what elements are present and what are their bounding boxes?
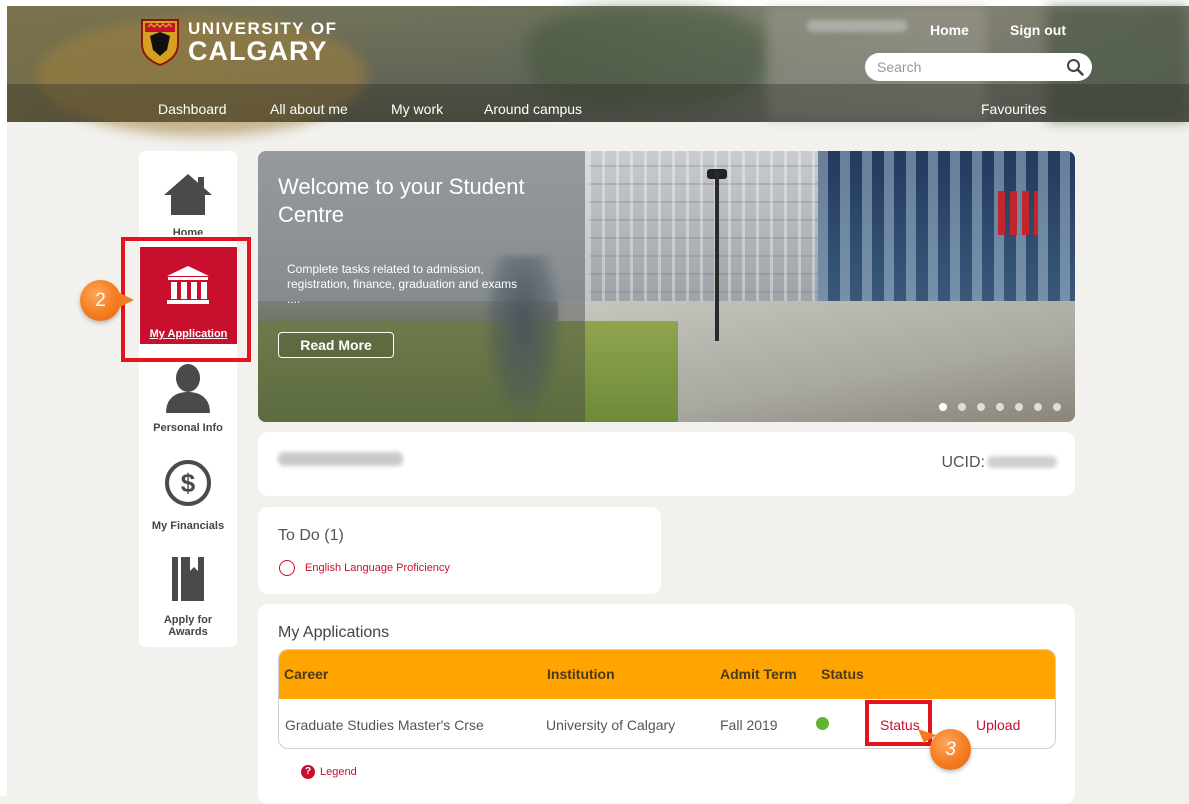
help-icon: ?	[301, 765, 315, 779]
carousel-dot[interactable]	[1015, 403, 1023, 411]
cell-career: Graduate Studies Master's Crse	[285, 717, 484, 733]
carousel-dot[interactable]	[958, 403, 966, 411]
home-link[interactable]: Home	[930, 22, 969, 38]
logo-text: UNIVERSITY OF CALGARY	[188, 20, 338, 65]
logo-line-2: CALGARY	[188, 35, 328, 66]
svg-text:$: $	[181, 468, 196, 498]
hero-banner: Welcome to your Student Centre Complete …	[258, 151, 1075, 422]
nav-all-about-me[interactable]: All about me	[270, 101, 348, 117]
logo-line-1: UNIVERSITY OF	[188, 18, 338, 38]
ucid-value-blurred	[987, 456, 1057, 468]
status-indicator-icon	[816, 717, 829, 730]
carousel-dot[interactable]	[1034, 403, 1042, 411]
nav-around-campus[interactable]: Around campus	[484, 101, 582, 117]
profile-card: UCID:	[258, 432, 1075, 496]
crest-icon	[141, 19, 179, 66]
sidebar-item-my-financials[interactable]: $ My Financials	[139, 459, 237, 532]
step-2-pointer-icon	[118, 292, 134, 308]
person-icon	[166, 364, 210, 413]
site-header: UNIVERSITY OF CALGARY Home Sign out Dash…	[7, 6, 1189, 136]
page: UNIVERSITY OF CALGARY Home Sign out Dash…	[0, 0, 1189, 804]
nav-favourites[interactable]: Favourites	[981, 101, 1046, 117]
sidebar-item-apply-for-awards[interactable]: Apply for Awards	[139, 555, 237, 638]
sidebar-item-label: My Financials	[151, 520, 225, 532]
sidebar-item-home[interactable]: Home	[139, 171, 237, 235]
step-2-badge: 2	[80, 280, 121, 321]
carousel-dots	[939, 403, 1061, 411]
column-header-career: Career	[284, 666, 329, 682]
page-left-border	[0, 0, 7, 796]
search-icon[interactable]	[1066, 58, 1084, 76]
read-more-button[interactable]: Read More	[278, 332, 394, 358]
todo-link-english-proficiency[interactable]: English Language Proficiency	[305, 562, 450, 574]
cell-admit-term: Fall 2019	[720, 717, 778, 733]
column-header-status: Status	[821, 666, 864, 682]
todo-title: To Do (1)	[278, 527, 344, 544]
search-box	[865, 53, 1092, 81]
sidebar-item-personal-info[interactable]: Personal Info	[139, 361, 237, 434]
todo-card: To Do (1) English Language Proficiency	[258, 507, 661, 594]
sidebar-item-label: Personal Info	[153, 422, 223, 434]
todo-status-icon	[279, 560, 295, 576]
hero-title: Welcome to your Student Centre	[278, 174, 525, 227]
upload-link[interactable]: Upload	[976, 717, 1020, 733]
column-header-institution: Institution	[547, 666, 615, 682]
legend-link[interactable]: Legend	[320, 766, 357, 778]
university-logo[interactable]: UNIVERSITY OF CALGARY	[140, 18, 338, 66]
step-3-badge: 3	[930, 729, 971, 770]
hero-description: Complete tasks related to admission, reg…	[287, 262, 518, 306]
hero-photo	[715, 171, 719, 341]
applications-title: My Applications	[278, 624, 390, 641]
user-name-blurred	[807, 20, 907, 32]
dollar-icon: $	[165, 460, 211, 506]
sidebar-item-label: Apply for Awards	[163, 614, 213, 638]
hero-photo	[998, 191, 1038, 235]
sign-out-link[interactable]: Sign out	[1010, 22, 1066, 38]
nav-my-work[interactable]: My work	[391, 101, 443, 117]
student-name-blurred	[278, 452, 403, 466]
sidebar-item-label: Home	[172, 227, 204, 235]
carousel-dot[interactable]	[1053, 403, 1061, 411]
sidebar: Home Personal Info $ My Financials Apply…	[139, 151, 237, 647]
carousel-dot[interactable]	[996, 403, 1004, 411]
home-icon	[164, 174, 212, 215]
nav-dashboard[interactable]: Dashboard	[158, 101, 227, 117]
applications-card: My Applications Career Institution Admit…	[258, 604, 1075, 804]
highlight-box-my-application	[121, 237, 251, 362]
cell-institution: University of Calgary	[546, 717, 676, 733]
legend[interactable]: ? Legend	[301, 765, 357, 779]
carousel-dot[interactable]	[939, 403, 947, 411]
book-icon	[172, 557, 204, 601]
carousel-dot[interactable]	[977, 403, 985, 411]
search-input[interactable]	[875, 58, 1059, 76]
table-header: Career Institution Admit Term Status	[279, 650, 1055, 699]
ucid-label: UCID:	[941, 454, 985, 471]
column-header-admit-term: Admit Term	[720, 666, 797, 682]
todo-item: English Language Proficiency	[279, 560, 450, 576]
